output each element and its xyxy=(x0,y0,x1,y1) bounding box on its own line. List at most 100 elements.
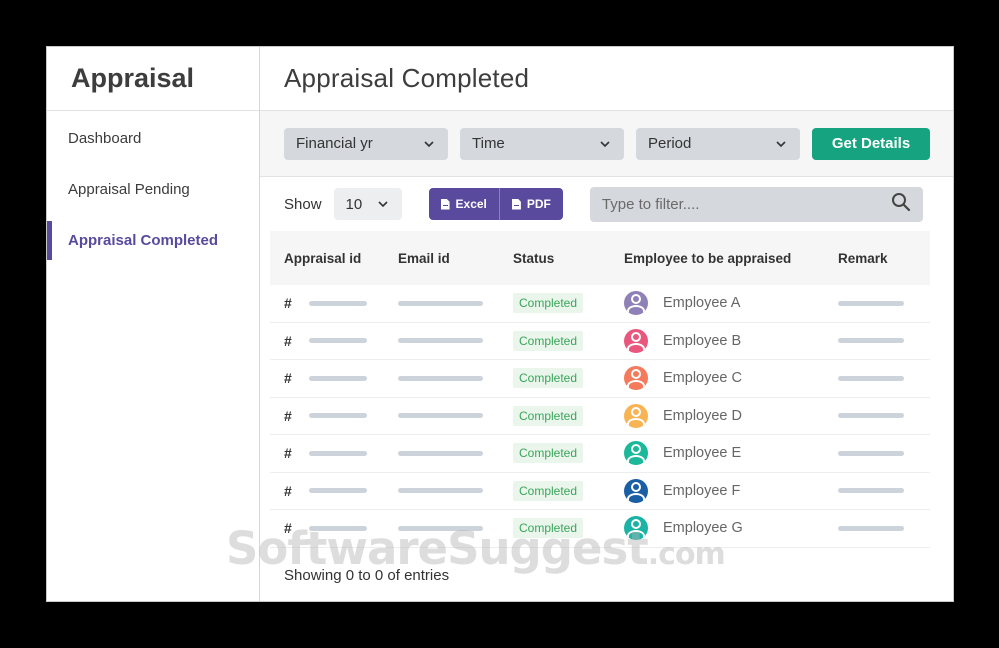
status-cell: Completed xyxy=(499,518,610,539)
chevron-down-icon xyxy=(774,137,788,151)
avatar-icon xyxy=(624,478,648,503)
placeholder-bar xyxy=(838,450,904,456)
time-select[interactable]: Time xyxy=(460,127,624,160)
col-employee[interactable]: Employee to be appraised xyxy=(610,251,824,266)
avatar-icon xyxy=(624,403,648,428)
status-badge: Completed xyxy=(513,293,584,314)
placeholder-bar xyxy=(398,413,483,419)
status-cell: Completed xyxy=(499,330,610,351)
table-info: Showing 0 to 0 of entries xyxy=(284,567,450,584)
placeholder-bar xyxy=(838,488,904,494)
table-row[interactable]: # Completed Employee D xyxy=(270,398,930,435)
employee-name[interactable]: Employee G xyxy=(663,520,743,536)
remark-cell xyxy=(824,450,930,456)
chevron-down-icon xyxy=(422,137,436,151)
table-row[interactable]: # Completed Employee C xyxy=(270,360,930,398)
placeholder-bar xyxy=(398,450,483,456)
table-row[interactable]: # Completed Employee B xyxy=(270,323,930,360)
placeholder-bar xyxy=(398,338,483,344)
avatar-icon xyxy=(624,441,648,466)
placeholder-bar xyxy=(838,338,904,344)
appraisal-id-cell: # xyxy=(270,445,384,461)
employee-cell: Employee G xyxy=(610,516,824,541)
period-select[interactable]: Period xyxy=(636,127,800,160)
placeholder-bar xyxy=(309,375,367,381)
placeholder-bar xyxy=(309,488,367,494)
employee-cell: Employee B xyxy=(610,328,824,353)
placeholder-bar xyxy=(838,525,904,531)
employee-name[interactable]: Employee D xyxy=(663,408,742,424)
placeholder-bar xyxy=(398,300,483,306)
get-details-button[interactable]: Get Details xyxy=(812,127,930,160)
financial-year-select[interactable]: Financial yr xyxy=(284,127,448,160)
status-cell: Completed xyxy=(499,293,610,314)
employee-name[interactable]: Employee E xyxy=(663,445,741,461)
col-remark[interactable]: Remark xyxy=(824,251,930,266)
col-email-id[interactable]: Email id xyxy=(384,251,499,266)
appraisal-table: Appraisal id Email id Status Employee to… xyxy=(270,231,930,548)
export-buttons: Excel PDF xyxy=(428,188,563,220)
employee-name[interactable]: Employee A xyxy=(663,295,740,311)
remark-cell xyxy=(824,525,930,531)
page-size-value: 10 xyxy=(345,195,363,213)
time-label: Time xyxy=(472,135,505,152)
placeholder-bar xyxy=(838,300,904,306)
email-id-cell xyxy=(384,525,499,531)
email-id-cell xyxy=(384,488,499,494)
row-hash: # xyxy=(284,482,292,499)
placeholder-bar xyxy=(309,413,367,419)
col-status[interactable]: Status xyxy=(499,251,610,266)
page-size-select[interactable]: 10 xyxy=(333,188,402,220)
employee-name[interactable]: Employee F xyxy=(663,483,740,499)
remark-cell xyxy=(824,413,930,419)
employee-name[interactable]: Employee C xyxy=(663,370,742,386)
placeholder-bar xyxy=(838,413,904,419)
app-window: Appraisal Dashboard Appraisal Pending Ap… xyxy=(46,46,954,602)
sidebar-nav: Dashboard Appraisal Pending Appraisal Co… xyxy=(47,111,259,266)
excel-label: Excel xyxy=(455,197,487,211)
pdf-export-button[interactable]: PDF xyxy=(498,188,563,220)
avatar-icon xyxy=(624,291,648,316)
sidebar-item-dashboard[interactable]: Dashboard xyxy=(47,113,259,164)
table-row[interactable]: # Completed Employee A xyxy=(270,285,930,323)
email-id-cell xyxy=(384,375,499,381)
sidebar-item-appraisal-pending[interactable]: Appraisal Pending xyxy=(47,164,259,215)
row-hash: # xyxy=(284,520,292,537)
placeholder-bar xyxy=(838,375,904,381)
employee-cell: Employee D xyxy=(610,403,824,428)
employee-cell: Employee A xyxy=(610,291,824,316)
row-hash: # xyxy=(284,407,292,424)
avatar-icon xyxy=(624,328,648,353)
appraisal-id-cell: # xyxy=(270,408,384,424)
search-icon[interactable] xyxy=(891,192,911,217)
filter-bar: Financial yr Time Period Get Details xyxy=(260,111,953,177)
status-badge: Completed xyxy=(513,518,584,539)
remark-cell xyxy=(824,300,930,306)
email-id-cell xyxy=(384,338,499,344)
avatar-icon xyxy=(624,516,648,541)
employee-name[interactable]: Employee B xyxy=(663,333,741,349)
appraisal-id-cell: # xyxy=(270,370,384,386)
table-row[interactable]: # Completed Employee G xyxy=(270,510,930,548)
sidebar-item-appraisal-completed[interactable]: Appraisal Completed xyxy=(47,215,259,266)
filter-search-box xyxy=(589,186,923,222)
email-id-cell xyxy=(384,413,499,419)
status-badge: Completed xyxy=(513,368,584,389)
table-row[interactable]: # Completed Employee F xyxy=(270,473,930,510)
placeholder-bar xyxy=(398,488,483,494)
status-badge: Completed xyxy=(513,480,584,501)
filter-input[interactable] xyxy=(601,195,862,213)
excel-export-button[interactable]: Excel xyxy=(428,188,499,220)
table-toolbar: Show 10 Excel PDF xyxy=(260,177,953,231)
table-header: Appraisal id Email id Status Employee to… xyxy=(270,231,930,285)
sidebar: Appraisal Dashboard Appraisal Pending Ap… xyxy=(47,47,260,601)
email-id-cell xyxy=(384,300,499,306)
excel-file-icon xyxy=(440,198,450,210)
pdf-label: PDF xyxy=(526,197,551,211)
placeholder-bar xyxy=(309,450,367,456)
employee-cell: Employee F xyxy=(610,478,824,503)
status-cell: Completed xyxy=(499,480,610,501)
col-appraisal-id[interactable]: Appraisal id xyxy=(270,251,384,266)
table-row[interactable]: # Completed Employee E xyxy=(270,435,930,473)
placeholder-bar xyxy=(309,525,367,531)
